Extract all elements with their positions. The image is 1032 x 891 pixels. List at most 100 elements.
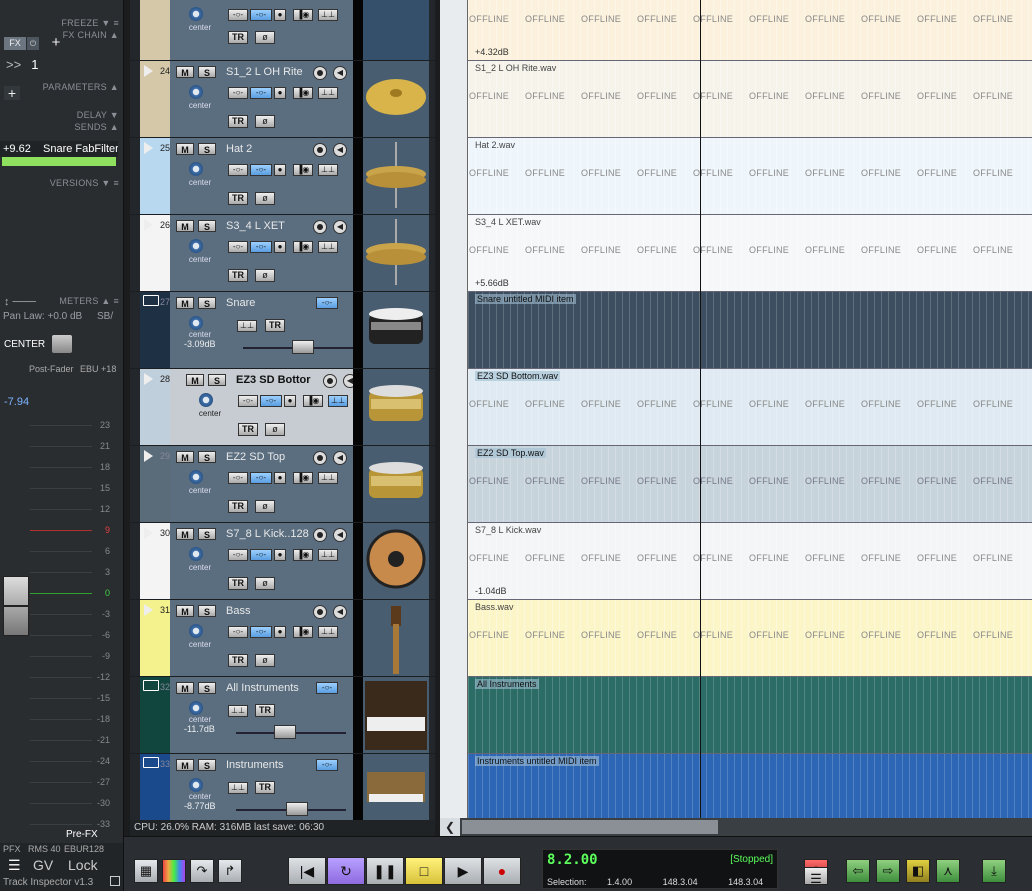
phase-button[interactable]: ø: [255, 31, 275, 44]
automation-button[interactable]: ▐◉: [293, 472, 313, 484]
scroll-thumb[interactable]: [462, 820, 718, 834]
phase-button[interactable]: ø: [255, 577, 275, 590]
snap-icon[interactable]: ◧: [906, 859, 930, 883]
loop-icon[interactable]: ↻: [327, 857, 365, 885]
tr-button[interactable]: TR: [228, 500, 248, 513]
io-button[interactable]: -○-: [250, 9, 272, 21]
mute-button[interactable]: M: [176, 66, 194, 78]
solo-button[interactable]: S: [198, 451, 216, 463]
pan-knob[interactable]: [189, 701, 203, 715]
media-item-label[interactable]: S3_4 L XET.wav: [475, 217, 541, 227]
track-row[interactable]: 30 M S S7_8 L Kick..128 ◀ center -○- -○- ● ▐◉ ⊥⊥ TR…: [130, 523, 435, 600]
track-body[interactable]: M S All Instruments -○- center -11.7dB ⊥⊥ TR: [170, 677, 353, 753]
go-start-icon[interactable]: |◀: [288, 857, 326, 885]
monitor-icon[interactable]: ◀: [333, 451, 347, 465]
nudge-right-icon[interactable]: ⇨: [876, 859, 900, 883]
track-name[interactable]: All Instruments: [226, 682, 311, 694]
settings-icon[interactable]: ☰: [804, 867, 828, 886]
monitor-icon[interactable]: ◀: [333, 528, 347, 542]
pan-knob[interactable]: [189, 85, 203, 99]
color-icon[interactable]: [162, 859, 186, 883]
play-icon[interactable]: ▶: [444, 857, 482, 885]
lanes-button[interactable]: ⊥⊥: [318, 472, 338, 484]
send-level-bar[interactable]: [2, 157, 116, 166]
track-name[interactable]: S1_2 L OH Rite: [226, 66, 311, 78]
meters-section[interactable]: METERS ▲ ≡: [59, 296, 119, 306]
record-arm-button[interactable]: [313, 143, 327, 157]
selection-length[interactable]: 148.3.04: [728, 877, 763, 887]
meter-resize-handle[interactable]: ↕ ───: [4, 296, 36, 308]
record-arm-button[interactable]: [323, 374, 337, 388]
ripple-icon[interactable]: ⋏: [936, 859, 960, 883]
track-body[interactable]: M S S3_4 L XET ◀ center -○- -○- ● ▐◉ ⊥⊥ TR ø: [170, 215, 353, 291]
automation-button[interactable]: ▐◉: [293, 626, 313, 638]
post-fader-label[interactable]: Post-Fader: [29, 364, 74, 374]
track-body[interactable]: center -○- -○- ● ▐◉ ⊥⊥ TR ø: [170, 0, 353, 60]
io-button[interactable]: -○-: [250, 626, 272, 638]
tr-button[interactable]: TR: [228, 577, 248, 590]
fx-toggle-button[interactable]: -○-: [228, 549, 248, 561]
save-icon[interactable]: ⤓: [982, 859, 1006, 883]
track-lane[interactable]: EZ3 SD Bottom.wav OFFLINE OFFLINE OFFLINE OF…: [468, 369, 1032, 446]
gv-button[interactable]: GV: [33, 857, 53, 873]
track-row[interactable]: 32 M S All Instruments -○- center -11.7dB ⊥⊥ TR: [130, 677, 435, 754]
pan-knob[interactable]: [189, 7, 203, 21]
solo-button[interactable]: S: [198, 759, 216, 771]
tr-button[interactable]: TR: [238, 423, 258, 436]
tr-button[interactable]: TR: [265, 319, 285, 332]
track-name[interactable]: Instruments: [226, 759, 311, 771]
solo-button[interactable]: S: [198, 143, 216, 155]
io-button[interactable]: -○-: [316, 759, 338, 771]
pan-knob[interactable]: [189, 316, 203, 330]
solo-button[interactable]: S: [198, 528, 216, 540]
rms-label[interactable]: RMS 40: [28, 844, 61, 854]
media-item-label[interactable]: Snare untitled MIDI item: [475, 294, 576, 304]
track-row[interactable]: 29 M S EZ2 SD Top ◀ center -○- -○- ● ▐◉ ⊥⊥ TR ø: [130, 446, 435, 523]
selection-start[interactable]: 1.4.00: [607, 877, 632, 887]
io-button[interactable]: -○-: [250, 87, 272, 99]
record-arm-button[interactable]: [313, 66, 327, 80]
solo-button[interactable]: S: [208, 374, 226, 386]
phase-button[interactable]: ø: [255, 654, 275, 667]
track-name[interactable]: Bass: [226, 605, 311, 617]
track-name[interactable]: EZ3 SD Bottor: [236, 374, 321, 386]
fx-chain-section[interactable]: FX CHAIN ▲: [63, 30, 119, 40]
send-row[interactable]: +9.62 Snare FabFilter I: [0, 141, 118, 157]
track-row[interactable]: 28 M S EZ3 SD Bottor ◀ center -○- -○- ● ▐◉ ⊥⊥ TR ø: [130, 369, 435, 446]
mute-button[interactable]: M: [176, 759, 194, 771]
lanes-button[interactable]: ⊥⊥: [318, 164, 338, 176]
media-item-label[interactable]: All Instruments: [475, 679, 539, 689]
selection-end[interactable]: 148.3.04: [663, 877, 698, 887]
mute-button[interactable]: M: [176, 605, 194, 617]
lanes-button[interactable]: ⊥⊥: [228, 782, 248, 794]
track-name[interactable]: Hat 2: [226, 143, 311, 155]
tr-button[interactable]: TR: [255, 781, 275, 794]
solo-button[interactable]: S: [198, 682, 216, 694]
mute-button[interactable]: M: [186, 374, 204, 386]
phase-button[interactable]: ø: [255, 500, 275, 513]
stop-icon[interactable]: □: [405, 857, 443, 885]
media-item-label[interactable]: S7_8 L Kick.wav: [475, 525, 541, 535]
track-lane[interactable]: OFFLINE OFFLINE OFFLINE OFFLINE OFFLINE OFFLI…: [468, 0, 1032, 61]
io-button[interactable]: -○-: [316, 297, 338, 309]
track-lane[interactable]: EZ2 SD Top.wav OFFLINE OFFLINE OFFLINE OFFLI…: [468, 446, 1032, 523]
track-lane[interactable]: Instruments untitled MIDI item: [468, 754, 1032, 818]
play-mode-button[interactable]: ●: [274, 164, 286, 176]
track-row[interactable]: 26 M S S3_4 L XET ◀ center -○- -○- ● ▐◉ ⊥⊥ TR ø: [130, 215, 435, 292]
freeze-section[interactable]: FREEZE ▼ ≡: [61, 18, 119, 28]
tr-button[interactable]: TR: [228, 115, 248, 128]
pan-law-value[interactable]: Pan Law: +0.0 dB: [3, 311, 82, 322]
track-row[interactable]: 24 M S S1_2 L OH Rite ◀ center -○- -○- ● ▐◉ ⊥⊥ TR ø: [130, 61, 435, 138]
phase-button[interactable]: ø: [265, 423, 285, 436]
versions-section[interactable]: VERSIONS ▼ ≡: [50, 178, 119, 188]
envelope-icon[interactable]: ↷: [190, 859, 214, 883]
media-item-label[interactable]: Bass.wav: [475, 602, 514, 612]
play-mode-button[interactable]: ●: [274, 472, 286, 484]
fx-arrows[interactable]: >>: [6, 57, 21, 72]
play-mode-button[interactable]: ●: [284, 395, 296, 407]
ebur-label[interactable]: EBUR128: [64, 844, 104, 854]
lanes-button[interactable]: ⊥⊥: [318, 241, 338, 253]
track-name[interactable]: Snare: [226, 297, 311, 309]
track-lane[interactable]: Snare untitled MIDI item: [468, 292, 1032, 369]
automation-button[interactable]: ▐◉: [293, 241, 313, 253]
